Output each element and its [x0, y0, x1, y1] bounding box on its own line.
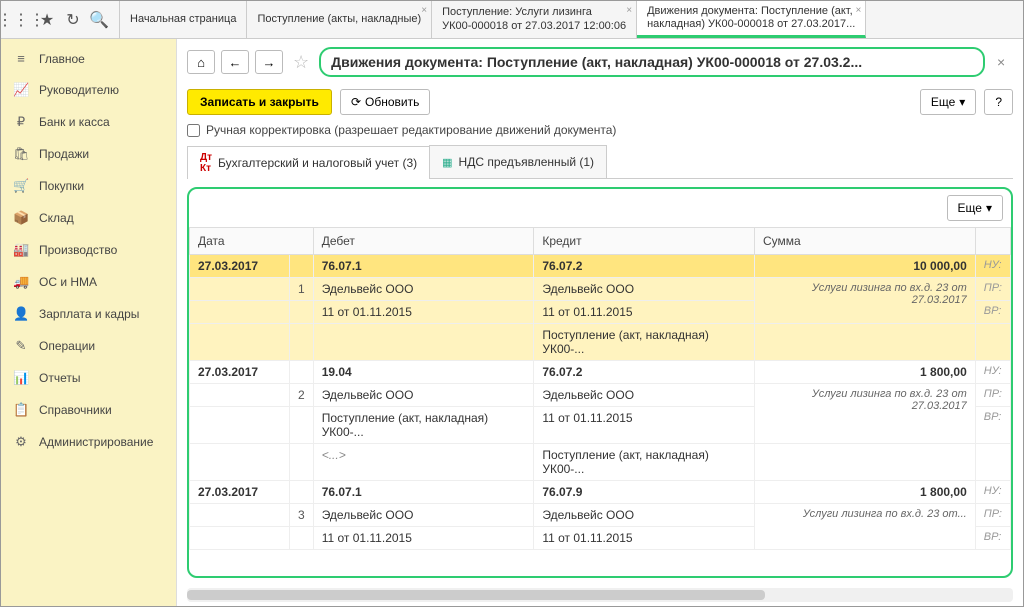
fav-star-icon[interactable]: ☆ [293, 52, 309, 73]
sidebar-item[interactable]: 📊 Отчеты [1, 362, 176, 394]
manual-edit-row: Ручная корректировка (разрешает редактир… [177, 123, 1023, 145]
main-panel: ⌂ ← → ☆ Движения документа: Поступление … [176, 39, 1023, 606]
more-button[interactable]: Еще ▾ [920, 89, 976, 115]
apps-icon[interactable]: ⋮⋮⋮ [9, 8, 33, 32]
sidebar-icon: 📊 [13, 370, 29, 386]
sidebar-icon: ≡ [13, 51, 29, 66]
sidebar-label: Производство [39, 243, 117, 257]
sidebar-icon: 👤 [13, 306, 29, 322]
manual-edit-label: Ручная корректировка (разрешает редактир… [206, 123, 616, 137]
movements-panel: Еще ▾ Дата Дебет Кредит Сумма [187, 187, 1013, 578]
sidebar-item[interactable]: ≡ Главное [1, 43, 176, 74]
sidebar-label: Склад [39, 211, 74, 225]
sidebar-label: Зарплата и кадры [39, 307, 139, 321]
col-credit[interactable]: Кредит [534, 228, 755, 255]
close-doc-icon[interactable]: × [997, 54, 1013, 70]
tab-accounting[interactable]: ДтКт Бухгалтерский и налоговый учет (3) [187, 146, 430, 179]
col-sum[interactable]: Сумма [755, 228, 976, 255]
manual-edit-checkbox[interactable] [187, 124, 200, 137]
search-icon[interactable]: 🔍 [87, 8, 111, 32]
sidebar-label: Главное [39, 52, 85, 66]
sidebar-item[interactable]: 🛒 Покупки [1, 170, 176, 202]
sidebar-label: Покупки [39, 179, 84, 193]
sidebar-icon: 🛍 [13, 146, 29, 162]
chevron-down-icon: ▾ [959, 95, 965, 109]
top-tabs: Начальная страницаПоступление (акты, нак… [120, 1, 1023, 38]
sidebar-label: ОС и НМА [39, 275, 97, 289]
table-row[interactable]: 27.03.201776.07.176.07.210 000,00НУ: [190, 255, 1011, 278]
home-button[interactable]: ⌂ [187, 50, 215, 74]
top-tab[interactable]: Начальная страница [120, 1, 247, 38]
sidebar-label: Операции [39, 339, 95, 353]
sidebar-label: Справочники [39, 403, 112, 417]
forward-button[interactable]: → [255, 50, 283, 74]
refresh-button[interactable]: ⟳Обновить [340, 89, 430, 115]
inner-tabs: ДтКт Бухгалтерский и налоговый учет (3) … [187, 145, 1013, 179]
doc-title: Движения документа: Поступление (акт, на… [319, 47, 985, 77]
table-row[interactable]: Поступление (акт, накладная) УК00-... [190, 324, 1011, 361]
sidebar-label: Банк и касса [39, 115, 110, 129]
table-row[interactable]: 27.03.201719.0476.07.21 800,00НУ: [190, 361, 1011, 384]
save-close-button[interactable]: Записать и закрыть [187, 89, 332, 115]
table-row[interactable]: 2Эдельвейс ОООЭдельвейс ОООУслуги лизинг… [190, 384, 1011, 407]
col-debit[interactable]: Дебет [313, 228, 534, 255]
movements-table: Дата Дебет Кредит Сумма 27.03.201776.07.… [189, 227, 1011, 550]
help-button[interactable]: ? [984, 89, 1013, 115]
table-row[interactable]: 1Эдельвейс ОООЭдельвейс ОООУслуги лизинг… [190, 278, 1011, 301]
topbar-icons: ⋮⋮⋮ ★ ↻ 🔍 [1, 1, 120, 38]
table-row[interactable]: 27.03.201776.07.176.07.91 800,00НУ: [190, 481, 1011, 504]
star-icon[interactable]: ★ [35, 8, 59, 32]
sidebar-icon: 🛒 [13, 178, 29, 194]
nds-icon: ▦ [442, 156, 452, 169]
sidebar-item[interactable]: 👤 Зарплата и кадры [1, 298, 176, 330]
history-icon[interactable]: ↻ [61, 8, 85, 32]
col-side[interactable] [975, 228, 1010, 255]
topbar: ⋮⋮⋮ ★ ↻ 🔍 Начальная страницаПоступление … [1, 1, 1023, 39]
sidebar-label: Отчеты [39, 371, 80, 385]
sidebar-item[interactable]: ₽ Банк и касса [1, 106, 176, 138]
sidebar-item[interactable]: 📦 Склад [1, 202, 176, 234]
sidebar-icon: ⚙ [13, 434, 29, 450]
back-button[interactable]: ← [221, 50, 249, 74]
sidebar-item[interactable]: ⚙ Администрирование [1, 426, 176, 458]
sidebar-icon: ₽ [13, 114, 29, 130]
tab-close-icon[interactable]: × [421, 5, 427, 17]
panel-more-button[interactable]: Еще ▾ [947, 195, 1003, 221]
sidebar-item[interactable]: 📈 Руководителю [1, 74, 176, 106]
sidebar-icon: 🏭 [13, 242, 29, 258]
top-tab[interactable]: Поступление: Услуги лизингаУК00-000018 о… [432, 1, 637, 38]
accounting-icon: ДтКт [200, 152, 212, 174]
top-tab[interactable]: Поступление (акты, накладные)× [247, 1, 432, 38]
h-scrollbar[interactable] [187, 588, 1013, 602]
sidebar-icon: 📦 [13, 210, 29, 226]
tab-nds[interactable]: ▦ НДС предъявленный (1) [429, 145, 607, 178]
sidebar-label: Руководителю [39, 83, 119, 97]
col-date[interactable]: Дата [190, 228, 314, 255]
tab-close-icon[interactable]: × [855, 5, 861, 17]
sidebar-label: Продажи [39, 147, 89, 161]
movements-table-wrap[interactable]: Дата Дебет Кредит Сумма 27.03.201776.07.… [189, 227, 1011, 576]
sidebar-item[interactable]: 🛍 Продажи [1, 138, 176, 170]
sidebar-item[interactable]: 🚚 ОС и НМА [1, 266, 176, 298]
table-row[interactable]: <...>Поступление (акт, накладная) УК00-.… [190, 444, 1011, 481]
sidebar-item[interactable]: ✎ Операции [1, 330, 176, 362]
sidebar-icon: 🚚 [13, 274, 29, 290]
sidebar-item[interactable]: 🏭 Производство [1, 234, 176, 266]
table-row[interactable]: 3Эдельвейс ОООЭдельвейс ОООУслуги лизинг… [190, 504, 1011, 527]
sidebar-label: Администрирование [39, 435, 153, 449]
sidebar-item[interactable]: 📋 Справочники [1, 394, 176, 426]
chevron-down-icon: ▾ [986, 201, 992, 215]
sidebar: ≡ Главное 📈 Руководителю ₽ Банк и касса 🛍 Прода… [1, 39, 176, 606]
toolbar: Записать и закрыть ⟳Обновить Еще ▾ ? [177, 85, 1023, 123]
top-tab[interactable]: Движения документа: Поступление (акт,нак… [637, 1, 866, 38]
sidebar-icon: 📈 [13, 82, 29, 98]
nav-row: ⌂ ← → ☆ Движения документа: Поступление … [177, 39, 1023, 85]
sidebar-icon: 📋 [13, 402, 29, 418]
sidebar-icon: ✎ [13, 338, 29, 354]
refresh-icon: ⟳ [351, 95, 361, 109]
tab-close-icon[interactable]: × [626, 5, 632, 17]
